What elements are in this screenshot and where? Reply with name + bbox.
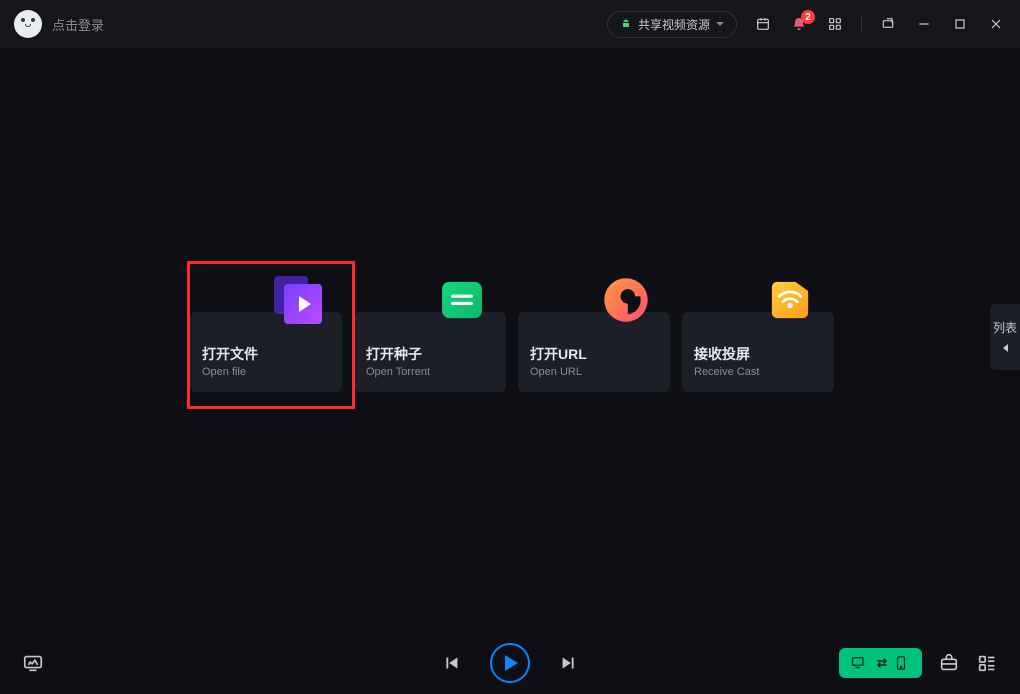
- open-torrent-card[interactable]: 打开种子 Open Torrent: [354, 312, 506, 392]
- header-right: 共享视频资源 2: [607, 11, 1006, 38]
- monitor-icon: [851, 656, 869, 670]
- card-title: 打开文件: [202, 344, 330, 364]
- login-link[interactable]: 点击登录: [52, 15, 104, 34]
- url-icon: [594, 268, 658, 332]
- header-left: 点击登录: [14, 10, 104, 38]
- calendar-icon[interactable]: [753, 14, 773, 34]
- divider: [861, 15, 862, 33]
- player-controls-bar: ⇄: [0, 632, 1020, 694]
- phone-icon: [892, 656, 910, 670]
- open-file-card[interactable]: 打开文件 Open file: [190, 312, 342, 392]
- receive-cast-card[interactable]: 接收投屏 Receive Cast: [682, 312, 834, 392]
- cast-arrows-icon: ⇄: [877, 656, 884, 670]
- title-bar: 点击登录 共享视频资源 2: [0, 0, 1020, 48]
- card-subtitle: Open URL: [530, 366, 658, 378]
- chevron-down-icon: [716, 22, 724, 26]
- card-subtitle: Open file: [202, 366, 330, 378]
- cast-devices-button[interactable]: ⇄: [839, 648, 922, 678]
- card-title: 打开URL: [530, 344, 658, 364]
- playlist-icon[interactable]: [976, 652, 998, 674]
- card-subtitle: Receive Cast: [694, 366, 822, 378]
- close-button[interactable]: [986, 14, 1006, 34]
- notifications-icon[interactable]: 2: [789, 14, 809, 34]
- main-area: 打开文件 Open file 打开种子 Open Torrent: [0, 48, 1020, 632]
- mini-mode-icon[interactable]: [878, 14, 898, 34]
- toolbox-icon[interactable]: [938, 652, 960, 674]
- share-resources-button[interactable]: 共享视频资源: [607, 11, 737, 38]
- chevron-left-icon: [1003, 344, 1008, 352]
- cast-receive-icon: [758, 268, 822, 332]
- previous-button[interactable]: [440, 652, 462, 674]
- playlist-tab-label: 列表: [993, 322, 1017, 335]
- playlist-tab[interactable]: 列表: [990, 304, 1020, 370]
- tv-mode-icon[interactable]: [22, 652, 44, 674]
- play-icon: [505, 655, 518, 671]
- avatar[interactable]: [14, 10, 42, 38]
- card-title: 接收投屏: [694, 344, 822, 364]
- maximize-button[interactable]: [950, 14, 970, 34]
- card-title: 打开种子: [366, 344, 494, 364]
- open-url-card[interactable]: 打开URL Open URL: [518, 312, 670, 392]
- notification-badge: 2: [801, 10, 815, 24]
- footer-right: ⇄: [839, 648, 998, 678]
- apps-grid-icon[interactable]: [825, 14, 845, 34]
- android-icon: [620, 18, 632, 30]
- card-subtitle: Open Torrent: [366, 366, 494, 378]
- torrent-icon: [430, 268, 494, 332]
- play-button[interactable]: [490, 643, 530, 683]
- minimize-button[interactable]: [914, 14, 934, 34]
- footer-left: [22, 652, 44, 674]
- share-label: 共享视频资源: [638, 16, 710, 33]
- action-cards-row: 打开文件 Open file 打开种子 Open Torrent: [190, 312, 834, 392]
- open-file-icon: [266, 268, 330, 332]
- playback-center: [440, 643, 580, 683]
- next-button[interactable]: [558, 652, 580, 674]
